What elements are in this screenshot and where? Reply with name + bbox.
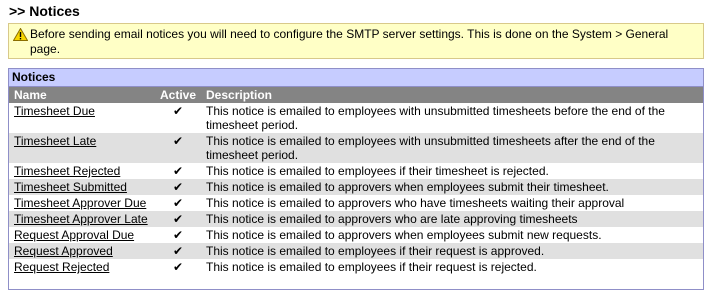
active-check-icon: ✔ xyxy=(172,228,184,242)
warning-triangle-icon xyxy=(13,28,28,41)
notice-description: This notice is emailed to approvers when… xyxy=(201,179,703,195)
table-row: Request Approved ✔ This notice is emaile… xyxy=(9,243,703,259)
warning-text: Before sending email notices you will ne… xyxy=(30,27,669,56)
notice-link-timesheet-rejected[interactable]: Timesheet Rejected xyxy=(14,164,120,178)
notices-panel: Notices Name Active Description Timeshee… xyxy=(8,68,704,290)
notice-link-request-approved[interactable]: Request Approved xyxy=(14,244,113,258)
column-header-name: Name xyxy=(9,87,155,103)
table-row: Timesheet Rejected ✔ This notice is emai… xyxy=(9,163,703,179)
notice-link-timesheet-submitted[interactable]: Timesheet Submitted xyxy=(14,180,127,194)
column-header-active: Active xyxy=(155,87,201,103)
active-check-icon: ✔ xyxy=(172,260,184,274)
notice-link-timesheet-approver-late[interactable]: Timesheet Approver Late xyxy=(14,212,148,226)
notice-description: This notice is emailed to employees if t… xyxy=(201,243,703,259)
active-check-icon: ✔ xyxy=(172,196,184,210)
table-header-row: Name Active Description xyxy=(9,87,703,103)
notice-description: This notice is emailed to approvers who … xyxy=(201,211,703,227)
notice-link-request-rejected[interactable]: Request Rejected xyxy=(14,260,109,274)
notice-description: This notice is emailed to employees if t… xyxy=(206,260,537,274)
active-check-icon: ✔ xyxy=(155,179,201,195)
active-check-icon: ✔ xyxy=(155,243,201,259)
table-row: Timesheet Approver Late ✔ This notice is… xyxy=(9,211,703,227)
table-row: Timesheet Approver Due ✔ This notice is … xyxy=(9,195,703,211)
smtp-warning-box: Before sending email notices you will ne… xyxy=(8,23,704,59)
notices-table: Name Active Description Timesheet Due ✔ … xyxy=(9,87,703,275)
notice-description: This notice is emailed to employees with… xyxy=(201,133,703,163)
table-row: Request Rejected ✔ This notice is emaile… xyxy=(9,259,703,275)
active-check-icon: ✔ xyxy=(172,104,184,118)
page-title: >> Notices xyxy=(9,3,80,19)
column-header-description: Description xyxy=(201,87,703,103)
table-row: Timesheet Due ✔ This notice is emailed t… xyxy=(9,103,703,133)
notice-description: This notice is emailed to approvers when… xyxy=(206,228,602,242)
notice-description: This notice is emailed to employees if t… xyxy=(206,164,549,178)
table-row: Request Approval Due ✔ This notice is em… xyxy=(9,227,703,243)
active-check-icon: ✔ xyxy=(155,211,201,227)
notice-link-timesheet-due[interactable]: Timesheet Due xyxy=(14,104,95,118)
table-row: Timesheet Late ✔ This notice is emailed … xyxy=(9,133,703,163)
notice-link-request-approval-due[interactable]: Request Approval Due xyxy=(14,228,134,242)
notice-link-timesheet-late[interactable]: Timesheet Late xyxy=(14,134,96,148)
notice-description: This notice is emailed to employees with… xyxy=(206,104,665,132)
notice-link-timesheet-approver-due[interactable]: Timesheet Approver Due xyxy=(14,196,146,210)
notices-panel-title: Notices xyxy=(9,69,703,87)
table-row: Timesheet Submitted ✔ This notice is ema… xyxy=(9,179,703,195)
notice-description: This notice is emailed to approvers who … xyxy=(206,196,625,210)
active-check-icon: ✔ xyxy=(172,164,184,178)
active-check-icon: ✔ xyxy=(155,133,201,163)
